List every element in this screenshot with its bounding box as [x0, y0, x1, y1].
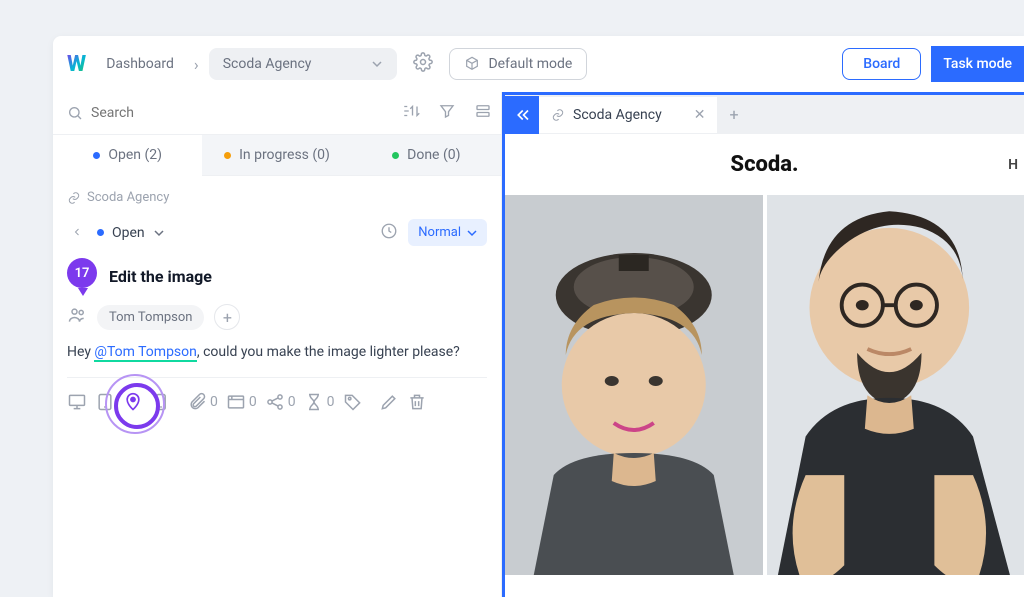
chevron-down-icon [371, 58, 383, 70]
delete-icon[interactable] [407, 392, 427, 412]
desktop-icon[interactable] [67, 392, 87, 412]
breadcrumb-dashboard[interactable]: Dashboard [96, 50, 184, 78]
project-name: Scoda Agency [223, 56, 312, 72]
back-button[interactable] [67, 219, 87, 246]
board-button[interactable]: Board [842, 48, 921, 80]
chevron-down-icon [153, 227, 165, 239]
search-input[interactable] [91, 105, 379, 121]
site-logo: Scoda. [730, 152, 798, 177]
chevron-right-icon: › [194, 55, 199, 74]
location-pin-icon[interactable] [123, 392, 143, 412]
task-number: 17 [67, 258, 97, 288]
task-message: Hey @Tom Tompson, could you make the ima… [53, 342, 501, 377]
link-icon [67, 191, 81, 205]
browser-icon[interactable]: 0 [226, 392, 257, 412]
gallery-photo-1 [505, 195, 763, 575]
tab-done[interactable]: Done (0) [352, 135, 501, 176]
gallery-photo-2 [767, 195, 1024, 575]
layout-icon[interactable] [465, 92, 501, 134]
add-tab-button[interactable]: + [717, 95, 750, 134]
status-dropdown[interactable]: Open [97, 225, 165, 241]
task-title: Edit the image [109, 267, 212, 286]
site-nav-home[interactable]: H [1008, 157, 1018, 173]
search-icon [67, 105, 83, 121]
assignee-chip[interactable]: Tom Tompson [97, 305, 204, 330]
task-breadcrumb: Scoda Agency [53, 176, 501, 211]
tab-in-progress[interactable]: In progress (0) [202, 135, 351, 176]
task-pin: 17 [67, 258, 99, 294]
clock-icon[interactable] [380, 222, 398, 244]
cube-icon [464, 56, 480, 72]
add-assignee-button[interactable]: + [214, 304, 240, 330]
settings-icon[interactable] [407, 46, 439, 82]
edit-icon[interactable] [379, 392, 399, 412]
tab-open[interactable]: Open (2) [53, 135, 202, 176]
collapse-panel-icon[interactable] [505, 96, 539, 134]
people-icon [67, 305, 87, 329]
preview-tab[interactable]: Scoda Agency ✕ [539, 97, 717, 133]
task-mode-button[interactable]: Task mode [931, 46, 1024, 82]
sort-icon[interactable] [393, 92, 429, 134]
mention[interactable]: @Tom Tompson [94, 344, 196, 362]
project-dropdown[interactable]: Scoda Agency [209, 48, 398, 80]
tag-icon[interactable] [343, 392, 363, 412]
app-logo[interactable]: W [67, 52, 86, 77]
close-tab-icon[interactable]: ✕ [694, 107, 706, 123]
hourglass-icon[interactable]: 0 [304, 392, 335, 412]
priority-dropdown[interactable]: Normal [408, 219, 487, 246]
mode-label: Default mode [488, 56, 572, 72]
chevron-down-icon [467, 228, 477, 238]
attachment-icon[interactable]: 0 [187, 392, 218, 412]
filter-icon[interactable] [429, 92, 465, 134]
link-icon [551, 108, 565, 122]
share-icon[interactable]: 0 [265, 392, 296, 412]
site-preview: Scoda. H [505, 134, 1024, 597]
mode-dropdown[interactable]: Default mode [449, 48, 587, 80]
